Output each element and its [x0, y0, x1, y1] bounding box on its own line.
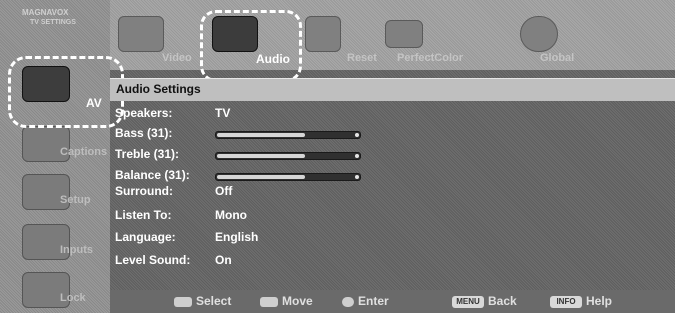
info-key-icon: INFO [550, 295, 582, 308]
sidebar-item-av[interactable]: AV [0, 62, 110, 110]
globe-icon [520, 16, 558, 52]
sidebar-item-captions[interactable]: Captions [0, 122, 110, 170]
sidebar-item-lock[interactable]: Lock [0, 268, 110, 313]
setting-language[interactable]: Language: English [115, 230, 655, 248]
up-down-arrows-icon [174, 296, 192, 307]
setting-label: Balance (31): [115, 168, 190, 182]
balance-slider[interactable] [215, 173, 361, 181]
bass-slider[interactable] [215, 131, 361, 139]
tab-label: Global [540, 52, 575, 64]
brand-line-1: MAGNAVOX [22, 8, 69, 17]
setting-value: TV [215, 106, 231, 120]
hint-select: Select [174, 294, 231, 308]
hint-enter-text: Enter [358, 294, 389, 308]
setting-label: Speakers: [115, 106, 173, 120]
ok-button-icon [342, 296, 354, 307]
section-title: Audio Settings [116, 82, 201, 96]
setting-surround[interactable]: Surround: Off [115, 184, 655, 202]
tab-label: Reset [347, 52, 377, 64]
sidebar-item-inputs[interactable]: Inputs [0, 220, 110, 268]
hint-help-text: Help [586, 294, 613, 308]
slider-end-cap [355, 175, 359, 179]
tab-label: PerfectColor [397, 52, 464, 64]
setting-label: Treble (31): [115, 147, 180, 161]
sidebar-item-setup[interactable]: Setup [0, 170, 110, 218]
setting-bass[interactable]: Bass (31): [115, 126, 655, 144]
slider-fill [217, 175, 306, 179]
setting-label: Level Sound: [115, 253, 191, 267]
footer-hints: Select Move Enter MENU Back INFO Help [110, 290, 675, 313]
section-title-bar: Audio Settings [110, 78, 675, 101]
speaker-icon [212, 16, 258, 52]
slider-fill [217, 133, 306, 137]
hint-enter: Enter [342, 294, 389, 308]
lines-icon [385, 20, 423, 48]
hint-move: Move [260, 294, 313, 308]
sidebar-item-label: AV [86, 96, 102, 110]
tab-label: Audio [256, 52, 290, 66]
sidebar-item-label: Lock [60, 292, 86, 304]
slider-fill [217, 154, 306, 158]
setting-label: Bass (31): [115, 126, 173, 140]
setting-listen-to[interactable]: Listen To: Mono [115, 208, 655, 226]
slider-end-cap [355, 133, 359, 137]
menu-key-icon: MENU [452, 295, 484, 308]
video-icon [118, 16, 164, 52]
setting-label: Listen To: [115, 208, 172, 222]
setting-label: Language: [115, 230, 176, 244]
sidebar-item-label: Inputs [60, 244, 93, 256]
brand-logo: MAGNAVOX TV SETTINGS [22, 8, 102, 38]
hint-back: MENU Back [452, 294, 517, 308]
reset-icon [305, 16, 341, 52]
setting-speakers[interactable]: Speakers: TV [115, 106, 655, 124]
slider-end-cap [355, 154, 359, 158]
hint-move-text: Move [282, 294, 313, 308]
sidebar-item-label: Captions [60, 146, 108, 158]
sidebar-item-label: Setup [60, 194, 91, 206]
hint-select-text: Select [196, 294, 232, 308]
setting-value: Mono [215, 208, 247, 222]
setting-level-sound[interactable]: Level Sound: On [115, 253, 655, 271]
speaker-icon [22, 66, 70, 102]
brand-line-2: TV SETTINGS [30, 19, 76, 26]
setting-treble[interactable]: Treble (31): [115, 147, 655, 165]
tv-menu-screen: MAGNAVOX TV SETTINGS AV Captions Setup I… [0, 0, 675, 313]
setting-value: Off [215, 184, 233, 198]
hint-back-text: Back [488, 294, 517, 308]
left-right-arrows-icon [260, 296, 278, 307]
tab-label: Video [162, 52, 192, 64]
setting-value: On [215, 253, 232, 267]
treble-slider[interactable] [215, 152, 361, 160]
setting-value: English [215, 230, 259, 244]
hint-help: INFO Help [550, 294, 612, 308]
setting-label: Surround: [115, 184, 173, 198]
